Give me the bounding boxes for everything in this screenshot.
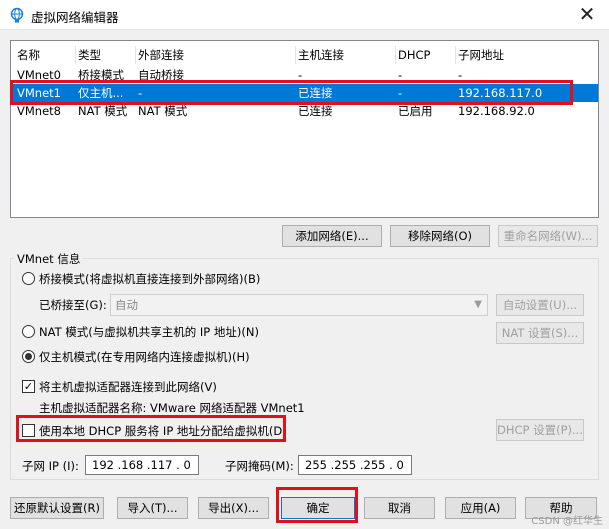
hostonly-mode-label[interactable]: 仅主机模式(在专用网络内连接虚拟机)(H) bbox=[39, 349, 250, 365]
cell-external: - bbox=[138, 86, 143, 100]
bridged-to-value: 自动 bbox=[115, 298, 138, 312]
export-button[interactable]: 导出(X)... bbox=[198, 497, 269, 519]
cell-host: - bbox=[298, 68, 303, 82]
cell-name: VMnet8 bbox=[17, 104, 61, 118]
cell-name: VMnet1 bbox=[17, 86, 61, 100]
rename-network-button[interactable]: 重命名网络(W)... bbox=[498, 225, 598, 247]
watermark: CSDN @红华生 bbox=[531, 516, 603, 527]
cell-name: VMnet0 bbox=[17, 68, 61, 82]
nat-settings-button[interactable]: NAT 设置(S)... bbox=[496, 322, 584, 344]
bridged-to-select[interactable]: 自动 ▼ bbox=[110, 294, 488, 316]
cell-host: 已连接 bbox=[298, 86, 333, 100]
dhcp-checkbox[interactable] bbox=[22, 424, 35, 437]
import-button[interactable]: 导入(T)... bbox=[117, 497, 188, 519]
subnet-mask-field[interactable]: 255 .255 .255 . 0 bbox=[298, 455, 412, 475]
subnet-ip-field[interactable]: 192 .168 .117 . 0 bbox=[85, 455, 199, 475]
column-header-dhcp[interactable]: DHCP bbox=[398, 45, 453, 65]
cell-type: 仅主机... bbox=[78, 86, 124, 100]
add-network-button[interactable]: 添加网络(E)... bbox=[282, 225, 382, 247]
table-row-vmnet8[interactable]: VMnet8 NAT 模式 NAT 模式 已连接 已启用 192.168.92.… bbox=[11, 102, 598, 120]
subnet-mask-label: 子网掩码(M): bbox=[225, 459, 294, 473]
apply-button[interactable]: 应用(A) bbox=[445, 497, 516, 519]
column-header-external[interactable]: 外部连接 bbox=[138, 45, 298, 65]
network-list[interactable]: 名称 类型 外部连接 主机连接 DHCP 子网地址 VMnet0 桥接模式 自动… bbox=[10, 40, 599, 218]
remove-network-button[interactable]: 移除网络(O) bbox=[390, 225, 490, 247]
cancel-button[interactable]: 取消 bbox=[364, 497, 435, 519]
column-divider bbox=[395, 46, 396, 64]
cell-type: 桥接模式 bbox=[78, 68, 124, 82]
window-title: 虚拟网络编辑器 bbox=[31, 10, 119, 25]
column-divider bbox=[295, 46, 296, 64]
hostonly-mode-radio[interactable] bbox=[22, 350, 35, 363]
cell-subnet: - bbox=[458, 68, 463, 82]
adapter-name-label: 主机虚拟适配器名称: VMware 网络适配器 VMnet1 bbox=[39, 401, 305, 415]
bridged-to-label: 已桥接至(G): bbox=[39, 298, 107, 312]
column-divider bbox=[135, 46, 136, 64]
connect-adapter-label[interactable]: 将主机虚拟适配器连接到此网络(V) bbox=[39, 379, 217, 395]
cell-subnet: 192.168.117.0 bbox=[458, 86, 543, 100]
dhcp-settings-button[interactable]: DHCP 设置(P)... bbox=[496, 419, 584, 441]
bridged-mode-label[interactable]: 桥接模式(将虚拟机直接连接到外部网络)(B) bbox=[39, 271, 260, 287]
cell-external: NAT 模式 bbox=[138, 104, 188, 118]
cell-dhcp: 已启用 bbox=[398, 104, 433, 118]
column-header-name[interactable]: 名称 bbox=[17, 45, 73, 65]
chevron-down-icon: ▼ bbox=[474, 299, 482, 310]
table-row-vmnet1[interactable]: VMnet1 仅主机... - 已连接 - 192.168.117.0 bbox=[11, 84, 598, 102]
title-bar: 虚拟网络编辑器 ✕ bbox=[0, 0, 609, 30]
ok-button[interactable]: 确定 bbox=[281, 497, 355, 519]
dhcp-label[interactable]: 使用本地 DHCP 服务将 IP 地址分配给虚拟机(D) bbox=[39, 423, 287, 439]
vmnet-info-group bbox=[10, 258, 599, 480]
nat-mode-radio[interactable] bbox=[22, 325, 35, 338]
cell-host: 已连接 bbox=[298, 104, 333, 118]
network-list-header: 名称 类型 外部连接 主机连接 DHCP 子网地址 bbox=[11, 45, 598, 65]
column-header-type[interactable]: 类型 bbox=[78, 45, 135, 65]
bridged-mode-radio[interactable] bbox=[22, 272, 35, 285]
column-header-subnet[interactable]: 子网地址 bbox=[458, 45, 588, 65]
cell-dhcp: - bbox=[398, 68, 403, 82]
network-globe-icon bbox=[10, 7, 24, 23]
auto-settings-button[interactable]: 自动设置(U)... bbox=[496, 294, 584, 316]
restore-defaults-button[interactable]: 还原默认设置(R) bbox=[10, 497, 104, 519]
cell-dhcp: - bbox=[398, 86, 403, 100]
column-header-host[interactable]: 主机连接 bbox=[298, 45, 393, 65]
cell-type: NAT 模式 bbox=[78, 104, 128, 118]
column-divider bbox=[455, 46, 456, 64]
column-divider bbox=[75, 46, 76, 64]
table-row-vmnet0[interactable]: VMnet0 桥接模式 自动桥接 - - - bbox=[11, 66, 598, 84]
nat-mode-label[interactable]: NAT 模式(与虚拟机共享主机的 IP 地址)(N) bbox=[39, 324, 259, 340]
cell-external: 自动桥接 bbox=[138, 68, 184, 82]
subnet-ip-label: 子网 IP (I): bbox=[22, 459, 79, 473]
cell-subnet: 192.168.92.0 bbox=[458, 104, 535, 118]
vmnet-info-label: VMnet 信息 bbox=[14, 251, 84, 267]
close-icon[interactable]: ✕ bbox=[575, 3, 599, 25]
connect-adapter-checkbox[interactable]: ✓ bbox=[22, 380, 35, 393]
